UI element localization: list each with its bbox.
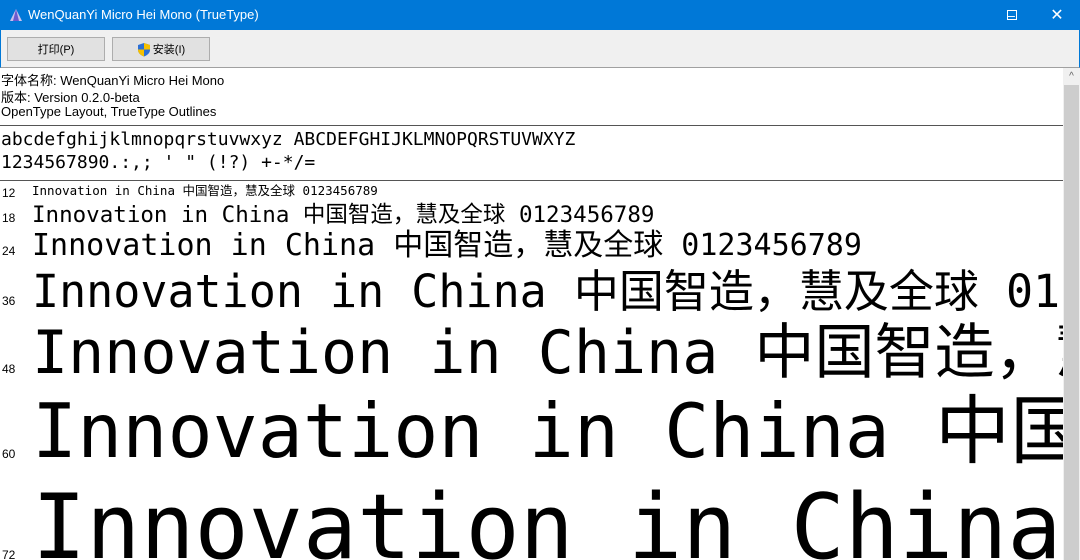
close-button[interactable]: ✕ <box>1034 0 1080 30</box>
sample-text: Innovation in China 中国智造，慧及全球 0123456789 <box>32 387 1063 475</box>
chevron-up-icon: ^ <box>1069 71 1074 82</box>
font-preview: 字体名称: WenQuanYi Micro Hei Mono 版本: Versi… <box>0 68 1063 560</box>
sample-text: Innovation in China 中国智造，慧及全球 0123456789 <box>32 318 1063 388</box>
charset-letters: abcdefghijklmnopqrstuvwxyz ABCDEFGHIJKLM… <box>1 129 576 150</box>
sample-text: Innovation in China 中国智造，慧及全球 0123456789 <box>32 265 1063 318</box>
print-button[interactable]: 打印(P) <box>7 37 105 61</box>
maximize-icon <box>1007 10 1017 20</box>
size-label: 72 <box>2 548 16 560</box>
sample-text: Innovation in China 中国智造，慧及全球 0123456789 <box>32 183 378 198</box>
size-label: 60 <box>2 447 16 461</box>
size-label: 24 <box>2 244 16 258</box>
sample-text: Innovation in China 中国智造，慧及全球 0123456789 <box>32 228 862 263</box>
font-outlines: OpenType Layout, TrueType Outlines <box>1 104 217 119</box>
scroll-thumb[interactable] <box>1064 85 1079 560</box>
scroll-up-button[interactable]: ^ <box>1063 68 1080 85</box>
close-icon: ✕ <box>1050 7 1064 24</box>
divider <box>0 125 1063 126</box>
size-label: 18 <box>2 211 16 225</box>
size-label: 36 <box>2 294 16 308</box>
vertical-scrollbar[interactable]: ^ <box>1063 68 1080 560</box>
install-label: 安装(I) <box>152 44 186 56</box>
size-label: 12 <box>2 186 16 200</box>
title-bar: WenQuanYi Micro Hei Mono (TrueType) – ✕ <box>0 0 1080 30</box>
print-label: 打印(P) <box>37 44 75 56</box>
window-title: WenQuanYi Micro Hei Mono (TrueType) <box>28 7 259 22</box>
maximize-button[interactable] <box>989 0 1035 30</box>
divider <box>0 180 1063 181</box>
install-button[interactable]: 安装(I) <box>112 37 210 61</box>
uac-shield-icon <box>137 42 150 56</box>
sample-text: Innovation in China 中国智造，慧及全球 0123456789 <box>32 475 1063 560</box>
toolbar: 打印(P) 安装(I) <box>0 30 1080 68</box>
size-label: 48 <box>2 362 16 376</box>
sample-text: Innovation in China 中国智造，慧及全球 0123456789 <box>32 202 655 228</box>
charset-digits: 1234567890.:,; ' " (!?) +-*/= <box>1 152 316 173</box>
font-app-icon <box>10 9 22 21</box>
